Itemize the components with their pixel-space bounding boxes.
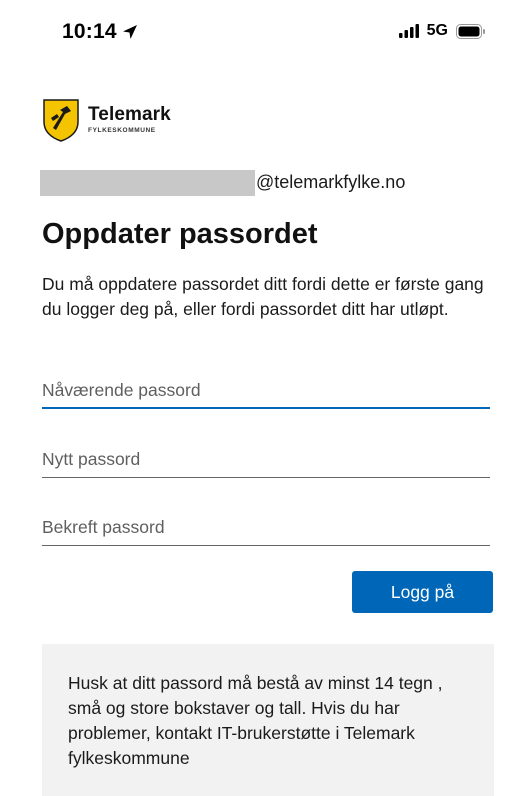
brand-name: Telemark <box>88 104 171 126</box>
battery-icon <box>456 23 485 39</box>
brand-logo: Telemark FYLKESKOMMUNE <box>42 98 171 142</box>
network-label: 5G <box>426 22 448 39</box>
current-password-input[interactable] <box>42 373 490 409</box>
status-indicators: 5G <box>398 22 486 40</box>
status-bar: 10:14 5G <box>0 0 522 60</box>
signal-bars-icon <box>398 24 419 38</box>
brand-subtitle: FYLKESKOMMUNE <box>88 127 156 135</box>
redacted-username <box>40 170 255 196</box>
status-time-label: 10:14 <box>62 20 117 43</box>
password-requirements-notice: Husk at ditt passord må bestå av minst 1… <box>42 644 494 796</box>
account-domain: @telemarkfylke.no <box>256 172 406 192</box>
telemark-shield-icon <box>43 99 79 142</box>
brand-text: Telemark FYLKESKOMMUNE <box>88 105 171 135</box>
status-time: 10:14 <box>62 20 138 44</box>
new-password-input[interactable] <box>42 442 490 478</box>
page-title: Oppdater passordet <box>42 218 318 250</box>
confirm-password-input[interactable] <box>42 510 490 546</box>
sign-in-button[interactable]: Logg på <box>352 571 493 613</box>
location-arrow-icon <box>122 25 137 39</box>
notice-text: Husk at ditt passord må bestå av minst 1… <box>68 673 443 768</box>
page-description: Du må oppdatere passordet ditt fordi det… <box>42 274 484 319</box>
